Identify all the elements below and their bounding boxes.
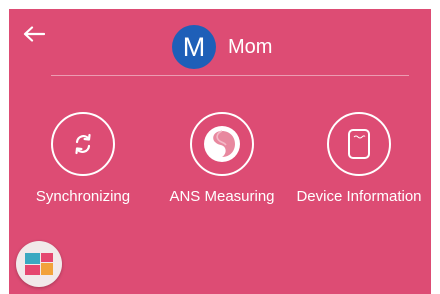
main-panel: M Mom Synchronizing ANS Measuring Device… (9, 9, 431, 294)
profile-name: Mom (228, 35, 273, 58)
ans-measuring-circle (190, 112, 254, 176)
device-information-button[interactable]: Device Information (279, 112, 431, 205)
ans-measuring-label: ANS Measuring (169, 188, 275, 205)
sync-icon (75, 133, 91, 155)
synchronizing-button[interactable]: Synchronizing (9, 112, 163, 205)
synchronizing-label: Synchronizing (35, 188, 131, 205)
ans-measuring-button[interactable]: ANS Measuring (142, 112, 302, 205)
back-button[interactable] (23, 26, 47, 44)
device-information-circle (327, 112, 391, 176)
apps-fab-button[interactable] (16, 241, 62, 287)
avatar[interactable]: M (172, 25, 216, 69)
ans-measure-icon (204, 126, 240, 162)
device-icon (348, 129, 370, 159)
arrow-left-icon (23, 26, 45, 42)
divider (51, 75, 409, 76)
profile-header: M Mom (172, 25, 272, 69)
synchronizing-circle (51, 112, 115, 176)
device-information-label: Device Information (296, 188, 422, 205)
apps-grid-icon (25, 253, 53, 275)
